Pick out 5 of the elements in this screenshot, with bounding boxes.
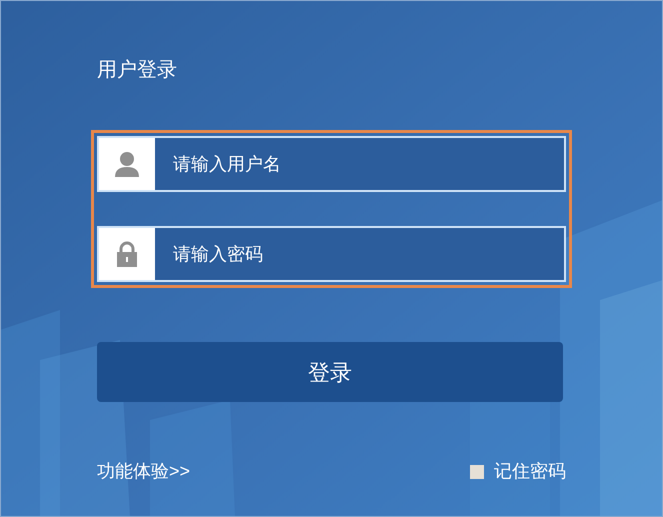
remember-checkbox[interactable] — [470, 464, 484, 478]
feature-trial-link[interactable]: 功能体验>> — [97, 458, 190, 485]
remember-label: 记住密码 — [494, 460, 566, 483]
login-title: 用户登录 — [97, 58, 178, 83]
login-button[interactable]: 登录 — [97, 342, 563, 402]
